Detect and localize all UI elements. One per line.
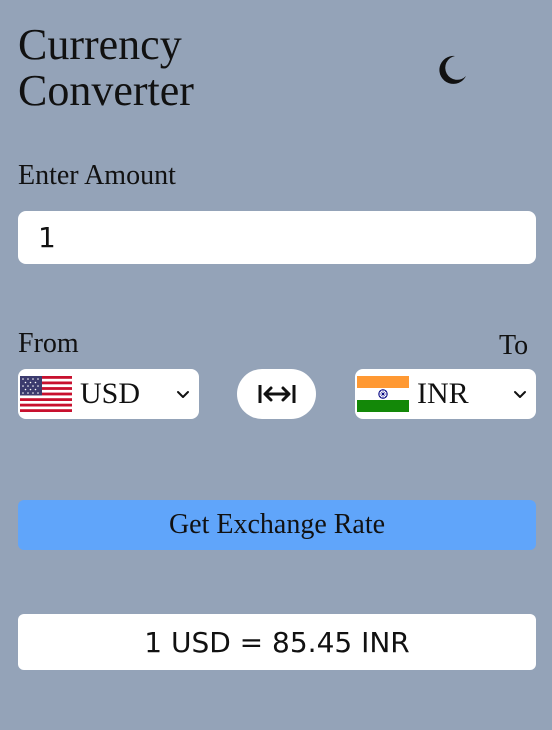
swap-arrows-icon: [258, 385, 295, 403]
moon-icon: [439, 55, 466, 84]
to-currency-select[interactable]: INR: [355, 369, 536, 419]
amount-label: Enter Amount: [18, 160, 176, 191]
theme-toggle-button[interactable]: [432, 50, 472, 90]
india-flag-icon: [357, 376, 409, 412]
chevron-down-icon: [514, 391, 526, 398]
app-header: Currency Converter: [18, 22, 534, 122]
get-exchange-rate-button[interactable]: Get Exchange Rate: [18, 500, 536, 550]
page-title: Currency Converter: [18, 22, 194, 114]
swap-currencies-button[interactable]: [237, 369, 316, 419]
title-line-1: Currency: [18, 20, 182, 69]
amount-input[interactable]: [18, 211, 536, 264]
to-label: To: [499, 330, 529, 361]
title-line-2: Converter: [18, 66, 194, 115]
exchange-result: 1 USD = 85.45 INR: [18, 614, 536, 670]
from-currency-code: USD: [80, 377, 141, 410]
us-flag-icon: [20, 376, 72, 412]
from-currency-select[interactable]: USD: [18, 369, 199, 419]
from-label: From: [18, 328, 79, 359]
to-currency-code: INR: [417, 377, 469, 410]
chevron-down-icon: [177, 391, 189, 398]
